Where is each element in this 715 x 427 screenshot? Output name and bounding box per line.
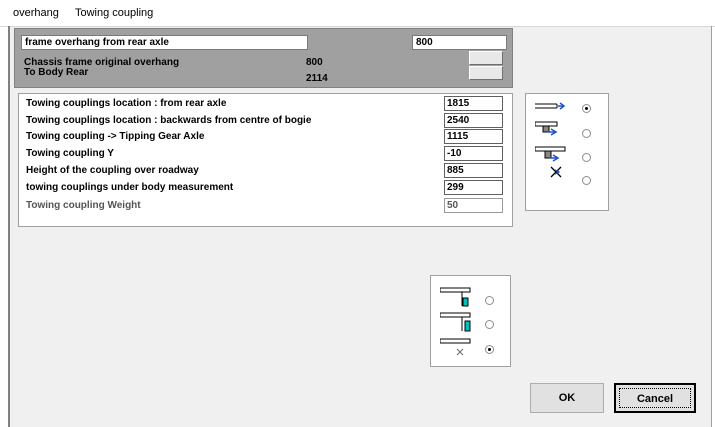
frame-end-drop-icon <box>439 287 472 309</box>
frame-end-none-icon <box>439 338 472 360</box>
field-input-coupling-y[interactable]: -10 <box>444 146 503 161</box>
no-coupling-radio[interactable] <box>582 176 591 185</box>
field-input-tipping-gear-axle[interactable]: 1115 <box>444 129 503 144</box>
coupling-under-frame-offset-icon <box>534 146 567 164</box>
field-input-coupling-weight[interactable]: 50 <box>444 198 503 213</box>
field-label-from-rear-axle: Towing couplings location : from rear ax… <box>26 98 227 109</box>
chassis-overhang-button[interactable] <box>469 51 503 65</box>
no-coupling-icon <box>549 165 565 181</box>
field-input-from-bogie-centre[interactable]: 2540 <box>444 113 503 128</box>
body-rear-button[interactable] <box>469 66 503 80</box>
to-body-rear-value: 2114 <box>306 73 328 84</box>
coupling-at-frame-end-radio[interactable] <box>582 104 591 113</box>
cancel-button[interactable]: Cancel <box>614 383 696 413</box>
field-label-height-over-roadway: Height of the coupling over roadway <box>26 165 199 176</box>
field-label-under-body-measurement: towing couplings under body measurement <box>26 182 234 193</box>
tab-bar: overhang Towing coupling <box>0 0 715 26</box>
tab-towing-coupling[interactable]: Towing coupling <box>75 4 153 22</box>
coupling-at-frame-end-icon <box>535 100 567 114</box>
tab-overhang[interactable]: overhang <box>13 4 59 22</box>
coupling-under-frame-radio[interactable] <box>582 129 591 138</box>
field-input-from-rear-axle[interactable]: 1815 <box>444 96 503 111</box>
frame-end-drop-inner-icon <box>439 312 472 334</box>
field-label-coupling-weight: Towing coupling Weight <box>26 200 141 211</box>
frame-end-drop-radio[interactable] <box>485 296 494 305</box>
frame-end-drop-inner-radio[interactable] <box>485 320 494 329</box>
chassis-overhang-value: 800 <box>306 57 323 68</box>
field-label-from-bogie-centre: Towing couplings location : backwards fr… <box>26 115 312 126</box>
field-label-coupling-y: Towing coupling Y <box>26 148 114 159</box>
field-label-tipping-gear-axle: Towing coupling -> Tipping Gear Axle <box>26 131 205 142</box>
coupling-under-frame-icon <box>534 121 567 139</box>
field-input-height-over-roadway[interactable]: 885 <box>444 163 503 178</box>
ok-button[interactable]: OK <box>530 383 604 413</box>
frame-overhang-input[interactable]: 800 <box>412 35 507 50</box>
field-input-under-body-measurement[interactable]: 299 <box>444 180 503 195</box>
to-body-rear-label: To Body Rear <box>24 67 89 78</box>
coupling-under-frame-offset-radio[interactable] <box>582 153 591 162</box>
frame-overhang-label: frame overhang from rear axle <box>21 35 308 50</box>
window-right-border <box>711 26 712 427</box>
cancel-button-label: Cancel <box>636 393 674 405</box>
frame-end-none-radio[interactable] <box>485 345 494 354</box>
